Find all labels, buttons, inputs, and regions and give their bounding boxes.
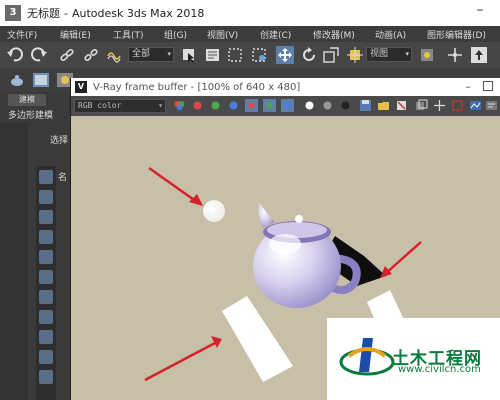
modeling-tab[interactable]: 建模 [8, 94, 46, 106]
civil-logo-icon [339, 338, 395, 376]
menu-create[interactable]: 创建(C) [260, 28, 291, 41]
monochrome-icon[interactable] [321, 99, 334, 112]
select-and-rotate-icon[interactable] [300, 46, 318, 64]
polygon-modeling-label[interactable]: 多边形建模 [8, 108, 53, 121]
document-title: 无标题 [27, 7, 60, 20]
vfb-title-bar: V V-Ray frame buffer - [100% of 640 x 48… [71, 78, 500, 96]
track-mouse-icon[interactable] [433, 99, 446, 112]
display-shapes-icon[interactable] [39, 230, 53, 244]
link-icon[interactable] [58, 46, 76, 64]
display-all-icon[interactable] [39, 190, 53, 204]
load-image-icon[interactable] [377, 99, 390, 112]
display-bones-icon[interactable] [39, 370, 53, 384]
select-label[interactable]: 选择 [50, 133, 68, 146]
display-xrefs-icon[interactable] [39, 350, 53, 364]
display-none-icon[interactable] [39, 170, 53, 184]
watermark-url: www.civilcn.com [398, 364, 481, 375]
white-sphere [203, 200, 225, 222]
unlink-icon[interactable] [82, 46, 100, 64]
select-by-name-icon[interactable] [204, 46, 222, 64]
menu-modifiers[interactable]: 修改器(M) [313, 28, 355, 41]
arrow-to-sphere [148, 166, 198, 204]
red-channel-icon[interactable] [191, 99, 204, 112]
title-bar: 3 无标题 - Autodesk 3ds Max 2018 – [0, 0, 500, 26]
pivot-center-icon[interactable] [418, 46, 436, 64]
display-groups-icon[interactable] [39, 330, 53, 344]
undo-icon[interactable] [6, 46, 24, 64]
main-toolbar: 全部 ▾ 视图 ▾ [0, 42, 500, 68]
explorer-icon-strip [36, 166, 56, 400]
channel-dropdown[interactable]: RGB color ▾ [74, 99, 166, 113]
select-object-icon[interactable] [180, 46, 198, 64]
region-render-icon[interactable] [451, 99, 464, 112]
3dsmax-logo-icon: 3 [5, 5, 21, 21]
menu-group[interactable]: 组(G) [164, 28, 187, 41]
reference-coordinate-value: 视图 [370, 49, 389, 59]
arrow-to-white-plane-head [211, 336, 222, 348]
blue-channel-icon[interactable] [227, 99, 240, 112]
menu-views[interactable]: 视图(V) [207, 28, 238, 41]
minimize-button[interactable]: – [472, 3, 488, 20]
menu-edit[interactable]: 编辑(E) [60, 28, 91, 41]
menu-bar: 文件(F) 编辑(E) 工具(T) 组(G) 视图(V) 创建(C) 修改器(M… [0, 26, 500, 42]
reference-coordinate-dropdown[interactable]: 视图 ▾ [366, 47, 412, 62]
green-channel-icon[interactable] [209, 99, 222, 112]
selection-filter-dropdown[interactable]: 全部 ▾ [128, 47, 174, 62]
alpha-white-icon[interactable] [303, 99, 316, 112]
app-title: Autodesk 3ds Max 2018 [71, 6, 205, 20]
arrow-to-plane [384, 241, 422, 275]
show-info-icon[interactable] [485, 99, 498, 112]
menu-file[interactable]: 文件(F) [7, 28, 37, 41]
select-manipulate-icon[interactable] [446, 46, 464, 64]
vfb-title: V-Ray frame buffer - [100% of 640 x 480] [93, 81, 301, 93]
selection-filter-value: 全部 [132, 49, 151, 59]
vfb-toolbar: RGB color ▾ [71, 96, 500, 116]
rectangular-selection-icon[interactable] [226, 46, 244, 64]
ribbon-panel: 建模 多边形建模 [0, 92, 70, 122]
white-plane [222, 296, 293, 382]
vfb-minimize-button[interactable]: – [466, 80, 472, 93]
menu-tools[interactable]: 工具(T) [113, 28, 144, 41]
select-and-move-icon[interactable] [276, 46, 294, 64]
save-image-icon[interactable] [359, 99, 372, 112]
duplicate-to-max-fb-icon[interactable] [415, 99, 428, 112]
redo-icon[interactable] [30, 46, 48, 64]
left-column [0, 122, 28, 400]
name-label: 名 [58, 173, 68, 183]
teapot [253, 202, 361, 308]
select-and-scale-icon[interactable] [322, 46, 340, 64]
display-cameras-icon[interactable] [39, 270, 53, 284]
select-and-place-icon[interactable] [346, 46, 364, 64]
arrow-to-sphere-head [189, 194, 203, 206]
arrow-to-white-plane [144, 341, 216, 382]
teapot-render-icon[interactable] [8, 71, 26, 89]
show-red-toggle-icon[interactable] [245, 99, 258, 112]
channel-value: RGB color [78, 101, 122, 110]
menu-animation[interactable]: 动画(A) [375, 28, 406, 41]
vray-logo-icon: V [75, 81, 87, 93]
display-space-warps-icon[interactable] [39, 310, 53, 324]
show-blue-toggle-icon[interactable] [281, 99, 294, 112]
display-geometry-icon[interactable] [39, 210, 53, 224]
menu-graph-editors[interactable]: 图形编辑器(D) [427, 28, 486, 41]
rgb-channels-icon[interactable] [173, 99, 186, 112]
bind-space-warp-icon[interactable] [106, 46, 124, 64]
display-lights-icon[interactable] [39, 250, 53, 264]
display-helpers-icon[interactable] [39, 290, 53, 304]
clear-image-icon[interactable] [395, 99, 408, 112]
show-green-toggle-icon[interactable] [263, 99, 276, 112]
keyboard-shortcut-override-icon[interactable] [470, 46, 488, 64]
render-setup-icon[interactable] [32, 71, 50, 89]
color-corrections-icon[interactable] [469, 99, 482, 112]
window-crossing-icon[interactable] [250, 46, 268, 64]
vfb-maximize-button[interactable] [483, 81, 493, 91]
alpha-black-icon[interactable] [339, 99, 352, 112]
title-separator: - [64, 6, 68, 20]
